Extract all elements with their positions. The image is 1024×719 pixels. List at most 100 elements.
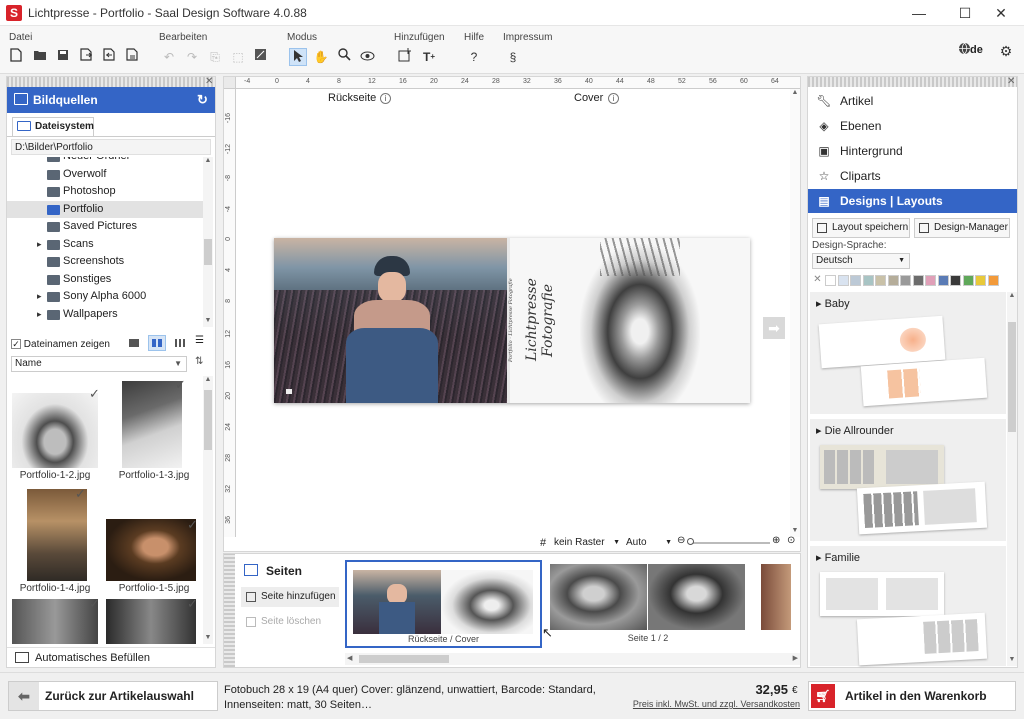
- copy-icon[interactable]: ⎘: [206, 48, 224, 66]
- cover-spread[interactable]: Portfolio · Lichtpresse Fotografie Licht…: [274, 238, 750, 403]
- tree-item[interactable]: Screenshots: [7, 253, 205, 271]
- color-swatch[interactable]: [850, 275, 861, 286]
- design-preview-baby-2[interactable]: [860, 357, 988, 407]
- tree-item[interactable]: Saved Pictures: [7, 218, 205, 236]
- open-folder-icon[interactable]: [31, 48, 49, 66]
- hand-mode-icon[interactable]: ✋: [312, 48, 330, 66]
- pages-scrollbar[interactable]: ◀ ▶: [345, 653, 800, 665]
- front-cover[interactable]: Portfolio · Lichtpresse Fotografie Licht…: [508, 238, 750, 403]
- help-icon[interactable]: ?: [465, 48, 483, 66]
- add-text-icon[interactable]: T+: [420, 48, 438, 66]
- pages-scroll-thumb[interactable]: [359, 655, 449, 663]
- page-thumb-cover[interactable]: Rückseite / Cover: [345, 560, 542, 648]
- zoom-out-icon[interactable]: ⊖: [677, 535, 685, 546]
- color-swatch[interactable]: [950, 275, 961, 286]
- page-thumb-1-2[interactable]: Seite 1 / 2: [550, 564, 746, 643]
- tree-item[interactable]: ▸ Sony Alpha 6000: [7, 288, 205, 306]
- design-preview-familie-1[interactable]: [820, 572, 944, 616]
- close-button[interactable]: ✕: [978, 0, 1024, 26]
- sort-select[interactable]: Name ▼: [11, 356, 187, 372]
- redo-icon[interactable]: ↷: [183, 48, 201, 66]
- pointer-mode-icon[interactable]: [289, 48, 307, 66]
- tree-scroll-thumb[interactable]: [204, 239, 212, 265]
- designs-scrollbar[interactable]: ▲ ▼: [1007, 292, 1017, 666]
- add-to-cart-button[interactable]: 🛒︎ Artikel in den Warenkorb legen: [808, 681, 1016, 719]
- color-swatch[interactable]: [975, 275, 986, 286]
- menu-artikel[interactable]: 🔧︎ Artikel: [808, 89, 1017, 113]
- grid-toggle-icon[interactable]: #: [540, 537, 546, 549]
- zoom-slider[interactable]: [690, 542, 770, 544]
- design-preview-allrounder-1[interactable]: [820, 445, 944, 489]
- design-category-baby[interactable]: ▸ Baby: [810, 292, 1006, 414]
- tree-item[interactable]: Neuer Ordner: [7, 157, 205, 166]
- grid-select[interactable]: kein Raster ▼: [554, 536, 622, 550]
- zoom-select[interactable]: Auto ▼: [626, 536, 674, 550]
- no-color-filter-icon[interactable]: ✕: [812, 275, 823, 286]
- info-icon[interactable]: i: [380, 93, 391, 104]
- canvas-scrollbar[interactable]: ▲ ▼: [790, 89, 800, 537]
- export-icon[interactable]: [77, 48, 95, 66]
- design-canvas[interactable]: -4 0 4 8 12 16 20 24 28 32 36 40 44 48 52 56 60 64 -16 -12…: [223, 76, 801, 552]
- design-language-select[interactable]: Deutsch ▼: [812, 253, 910, 269]
- view-medium-icon[interactable]: [148, 335, 166, 351]
- design-category-allrounder[interactable]: ▸ Die Allrounder: [810, 419, 1006, 541]
- color-swatch[interactable]: [962, 275, 974, 286]
- color-swatch[interactable]: [987, 275, 999, 286]
- paste-icon[interactable]: ⬚: [229, 48, 247, 66]
- import-icon[interactable]: [100, 48, 118, 66]
- undo-icon[interactable]: ↶: [160, 48, 178, 66]
- autofill-button[interactable]: Automatisches Befüllen: [7, 647, 215, 667]
- settings-gear-icon[interactable]: ⚙: [997, 42, 1015, 60]
- add-page-button[interactable]: Seite hinzufügen: [241, 587, 339, 607]
- tree-item[interactable]: Sonstiges: [7, 271, 205, 289]
- language-selector[interactable]: de: [970, 44, 983, 56]
- color-swatch[interactable]: [837, 275, 849, 286]
- cover-title[interactable]: Lichtpresse Fotografie: [524, 240, 556, 400]
- file-thumbnail-3[interactable]: [27, 489, 87, 581]
- view-large-icon[interactable]: [125, 335, 143, 351]
- zoom-mode-icon[interactable]: [335, 48, 353, 66]
- sort-direction-icon[interactable]: ⇅: [195, 356, 203, 367]
- zoom-in-icon[interactable]: ⊕: [772, 535, 780, 546]
- design-category-familie[interactable]: ▸ Familie: [810, 546, 1006, 666]
- thumbnail-scrollbar[interactable]: ▲ ▼: [203, 376, 213, 644]
- tree-item[interactable]: Portfolio: [7, 200, 205, 218]
- design-preview-baby-1[interactable]: [818, 315, 946, 369]
- delete-page-button[interactable]: Seite löschen: [241, 612, 339, 632]
- show-filenames-checkbox[interactable]: ✓ Dateinamen zeigen: [11, 339, 110, 350]
- expand-arrow-icon[interactable]: ▸: [37, 288, 42, 305]
- pages-grip[interactable]: [224, 554, 235, 667]
- price-note-link[interactable]: Preis inkl. MwSt. und zzgl. Versandkoste…: [600, 699, 800, 709]
- crop-icon[interactable]: [251, 48, 269, 66]
- color-swatch[interactable]: [862, 275, 874, 286]
- back-cover-photo[interactable]: [274, 238, 507, 403]
- file-thumbnail-2[interactable]: [122, 381, 182, 468]
- expand-arrow-icon[interactable]: ▸: [37, 236, 42, 253]
- tab-filesystem[interactable]: Dateisystem: [12, 117, 94, 137]
- page-thumb-partial[interactable]: [761, 564, 791, 630]
- path-field[interactable]: D:\Bilder\Portfolio: [11, 139, 211, 155]
- zoom-slider-handle[interactable]: [687, 538, 694, 545]
- refresh-icon[interactable]: ↻: [197, 87, 208, 113]
- fit-zoom-icon[interactable]: ⊙: [787, 535, 795, 546]
- color-swatch[interactable]: [825, 275, 836, 286]
- panel-grip[interactable]: [808, 77, 1017, 87]
- expand-arrow-icon[interactable]: ▸: [37, 306, 42, 323]
- color-swatch[interactable]: [887, 275, 899, 286]
- thumbnail-scroll-thumb[interactable]: [204, 390, 212, 450]
- view-list-icon[interactable]: ☰: [195, 335, 211, 351]
- impressum-icon[interactable]: §: [504, 48, 522, 66]
- next-page-arrow-icon[interactable]: ➡: [763, 317, 785, 339]
- tree-item[interactable]: ▸ Scans: [7, 236, 205, 254]
- minimize-button[interactable]: —: [896, 0, 942, 26]
- tree-scrollbar[interactable]: ▲ ▼: [203, 157, 213, 327]
- color-swatch[interactable]: [875, 275, 886, 286]
- tree-item[interactable]: ▸ Wallpapers: [7, 306, 205, 324]
- save-icon[interactable]: [54, 48, 72, 66]
- menu-designs-layouts[interactable]: ▤ Designs | Layouts: [808, 189, 1017, 213]
- file-thumbnail-4[interactable]: [106, 519, 196, 581]
- new-file-icon[interactable]: [7, 48, 25, 66]
- panel-close-icon[interactable]: ✕: [1007, 76, 1015, 87]
- panel-close-icon[interactable]: ✕: [205, 76, 213, 87]
- file-thumbnail-5[interactable]: [12, 599, 98, 644]
